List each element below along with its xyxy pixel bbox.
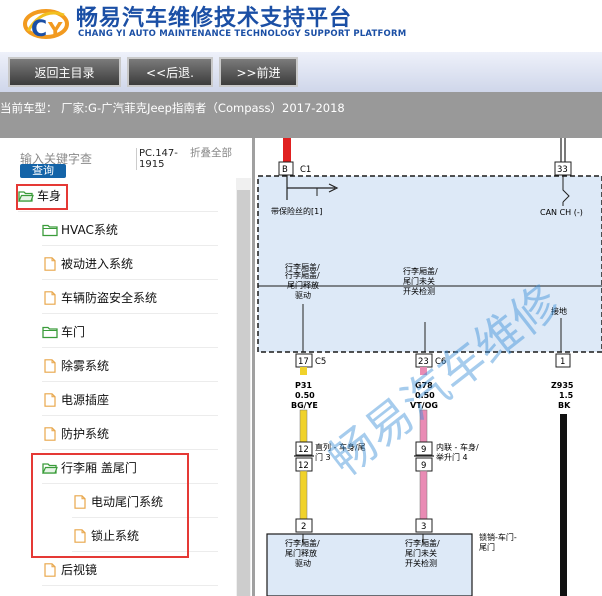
connector-12b-label: 12 <box>298 461 309 471</box>
wire-black <box>560 414 567 596</box>
document-icon <box>44 426 56 441</box>
latch-title-line2: 尾门 <box>479 542 495 552</box>
connector-9a-label: 9 <box>421 445 426 455</box>
document-icon <box>44 290 56 305</box>
document-icon <box>44 562 56 577</box>
connector-b-label: B <box>282 165 288 175</box>
connector-1-label: 1 <box>560 357 565 367</box>
latch-title-line1: 锁销-车门- <box>479 532 517 542</box>
tree-item-label: 车门 <box>61 325 86 339</box>
wire-3-id: Z935 <box>551 381 574 390</box>
tree-item-hvac[interactable]: HVAC系统 <box>42 214 218 246</box>
connector-c5-label: C5 <box>315 357 326 367</box>
highlight-box-liftgate <box>31 453 189 558</box>
back-button[interactable]: <<后退. <box>127 57 213 87</box>
tree-item-doors[interactable]: 车门 <box>42 316 218 348</box>
tree-item-mirrors[interactable]: 后视镜 <box>42 554 218 586</box>
document-icon <box>44 256 56 271</box>
folder-icon <box>42 326 58 338</box>
tree-item-anti-theft[interactable]: 车辆防盗安全系统 <box>42 282 218 314</box>
nav-bar: 返回主目录 <<后退. >>前进 <box>0 52 602 92</box>
wire-red <box>283 138 291 162</box>
tree-item-label: 防护系统 <box>61 427 110 441</box>
tree-item-power-outlet[interactable]: 电源插座 <box>42 384 218 416</box>
tree-item-protection[interactable]: 防护系统 <box>42 418 218 450</box>
can-label: CAN CH (-) <box>540 208 583 217</box>
wiring-diagram-svg: B C1 33 带保险丝的[1] CAN CH (-) 行李厢盖/ 行李厢盖/ … <box>257 138 602 596</box>
document-icon <box>44 358 56 373</box>
forward-button[interactable]: >>前进 <box>219 57 298 87</box>
module-label-ajar-line3: 开关检测 <box>403 286 435 296</box>
app-subtitle: CHANG YI AUTO MAINTENANCE TECHNOLOGY SUP… <box>78 29 407 39</box>
wiring-diagram: B C1 33 带保险丝的[1] CAN CH (-) 行李厢盖/ 行李厢盖/ … <box>252 138 602 596</box>
wire-yellow <box>299 409 308 443</box>
document-icon <box>44 392 56 407</box>
latch-label-ajar-line1: 行李厢盖/ <box>405 538 440 548</box>
module-label-release-line1: 行李厢盖/ <box>285 270 320 280</box>
pc-code-label: PC.147-1915 <box>136 148 186 170</box>
tree-item-label: 后视镜 <box>61 563 98 577</box>
home-button[interactable]: 返回主目录 <box>8 57 121 87</box>
tree-item-passive-entry[interactable]: 被动进入系统 <box>42 248 218 280</box>
connector-12a-label: 12 <box>298 445 309 455</box>
latch-label-ajar-line2: 尾门未关 <box>405 548 437 558</box>
tree-item-label: 除雾系统 <box>61 359 110 373</box>
app-title: 畅易汽车维修技术支持平台 <box>76 6 353 31</box>
wire-1-gauge: 0.50 <box>295 391 315 400</box>
latch-label-release-line3: 驱动 <box>295 558 311 568</box>
connector-33-label: 33 <box>557 165 568 175</box>
latch-label-release-line1: 行李厢盖/ <box>285 538 320 548</box>
module-label-release-line2: 尾门释放 <box>287 280 319 290</box>
current-model-bar: 当前车型： 厂家:G-广汽菲克Jeep指南者（Compass）2017-2018 <box>0 92 602 138</box>
tree-scrollbar-thumb[interactable] <box>237 190 250 596</box>
svg-text:Y: Y <box>47 18 63 42</box>
query-button[interactable]: 查询 <box>20 164 66 178</box>
connector-c1-label: C1 <box>300 165 311 175</box>
cy-logo-icon: C Y <box>23 9 69 42</box>
module-label-ajar-line2: 尾门未关 <box>403 276 435 286</box>
module-label-ajar-line1: 行李厢盖/ <box>403 266 438 276</box>
tree-item-defog[interactable]: 除雾系统 <box>42 350 218 382</box>
tree-item-label: 车辆防盗安全系统 <box>61 291 158 305</box>
inline-2-label-line2: 举升门 4 <box>436 452 468 462</box>
tree-item-label: HVAC系统 <box>61 223 118 237</box>
connector-17-label: 17 <box>298 357 309 367</box>
collapse-all-link[interactable]: 折叠全部 <box>190 148 234 159</box>
module-label-release-line3: 驱动 <box>295 290 311 300</box>
connector-3-label: 3 <box>421 522 426 532</box>
app-header: C Y 畅易汽车维修技术支持平台 CHANG YI AUTO MAINTENAN… <box>0 0 602 52</box>
tree-panel: 输入关键字查 查询 PC.147-1915 折叠全部 车身 HVAC系统 被动进… <box>0 138 252 596</box>
tree-item-label: 电源插座 <box>61 393 110 407</box>
latch-label-release-line2: 尾门释放 <box>285 548 317 558</box>
wire-3-color: BK <box>558 401 571 410</box>
folder-icon <box>42 224 58 236</box>
fuse-label: 带保险丝的[1] <box>271 206 322 216</box>
wire-3-gauge: 1.5 <box>559 391 574 400</box>
inline-2-label-line1: 内联 - 车身/ <box>436 442 479 452</box>
connector-9b-label: 9 <box>421 461 426 471</box>
current-model-text: 当前车型： 厂家:G-广汽菲克Jeep指南者（Compass）2017-2018 <box>0 101 345 115</box>
highlight-box-body <box>16 184 68 210</box>
tree-item-label: 被动进入系统 <box>61 257 134 271</box>
latch-label-ajar-line3: 开关检测 <box>405 558 437 568</box>
svg-text:C: C <box>31 17 47 42</box>
connector-2-label: 2 <box>301 522 306 532</box>
wire-1-color: BG/YE <box>291 401 318 410</box>
wire-1-id: P31 <box>295 381 312 390</box>
